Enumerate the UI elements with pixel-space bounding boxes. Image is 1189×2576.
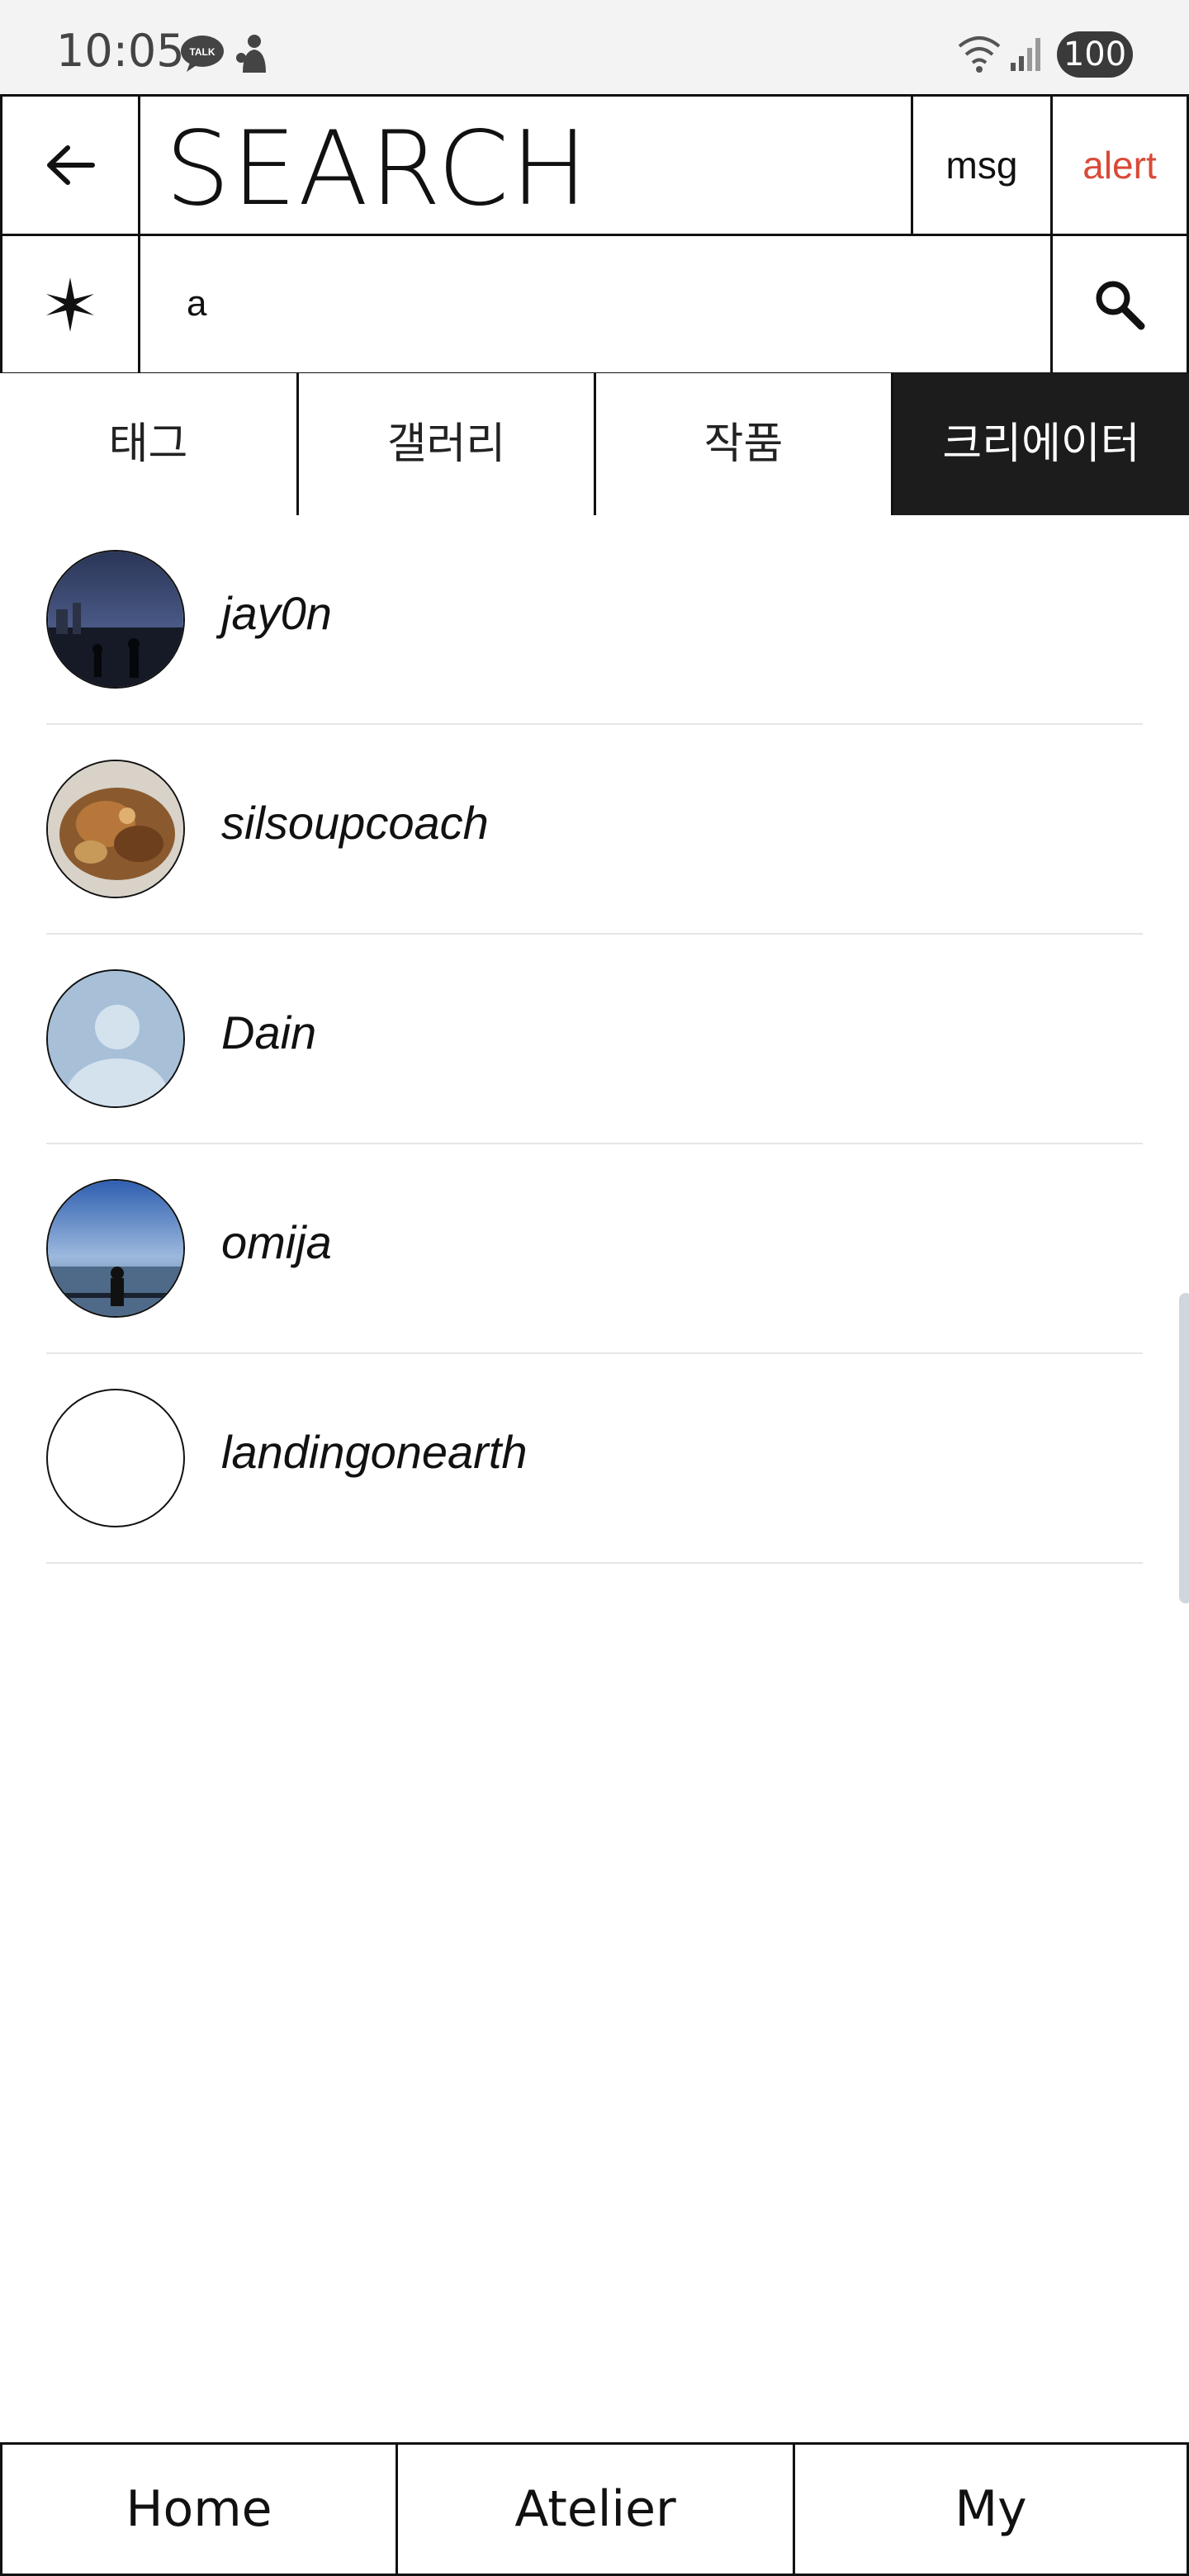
creator-name: omija — [221, 1216, 332, 1268]
filter-star-button[interactable] — [0, 234, 140, 375]
alert-label: alert — [1082, 144, 1157, 187]
list-item[interactable]: silsoupcoach — [46, 725, 1143, 935]
back-button[interactable] — [0, 94, 140, 236]
msg-label: msg — [945, 144, 1018, 187]
nav-home[interactable]: Home — [0, 2442, 398, 2576]
tab-tag[interactable]: 태그 — [0, 373, 299, 515]
person-notification-icon — [236, 35, 266, 73]
search-input[interactable] — [187, 279, 979, 329]
battery-icon: 100 — [1057, 31, 1133, 78]
status-time: 10:05 — [56, 25, 185, 77]
avatar — [46, 1179, 185, 1318]
search-icon — [1096, 281, 1145, 329]
creator-list: jay0n silsoupcoach Dain omija landingone… — [46, 515, 1143, 1564]
avatar — [46, 760, 185, 898]
list-item[interactable]: omija — [46, 1144, 1143, 1354]
nav-atelier[interactable]: Atelier — [396, 2442, 795, 2576]
scrollbar-thumb[interactable] — [1179, 1293, 1189, 1603]
bottom-nav: Home Atelier My — [0, 2442, 1189, 2576]
tab-gallery[interactable]: 갤러리 — [299, 373, 596, 515]
arrow-left-icon — [47, 145, 95, 185]
kakaotalk-icon: TALK — [181, 36, 224, 72]
page-title: SEARCH — [165, 110, 590, 229]
list-item[interactable]: Dain — [46, 935, 1143, 1144]
avatar — [46, 969, 185, 1108]
search-field-cell — [138, 234, 1053, 375]
creator-name: jay0n — [221, 587, 332, 639]
avatar — [46, 550, 185, 689]
search-button[interactable] — [1050, 234, 1189, 375]
tab-works[interactable]: 작품 — [596, 373, 893, 515]
list-item[interactable]: jay0n — [46, 515, 1143, 725]
creator-name: landingonearth — [221, 1426, 528, 1478]
status-bar: 10:05 TALK 100 — [0, 0, 1189, 94]
asterisk-star-icon — [46, 277, 94, 332]
tab-creator[interactable]: 크리에이터 — [893, 373, 1189, 515]
page-title-cell: SEARCH — [138, 94, 913, 236]
msg-button[interactable]: msg — [911, 94, 1053, 236]
creator-name: silsoupcoach — [221, 797, 489, 849]
list-item[interactable]: landingonearth — [46, 1354, 1143, 1564]
alert-button[interactable]: alert — [1050, 94, 1189, 236]
wifi-icon — [958, 36, 1001, 73]
talk-badge-text: TALK — [189, 46, 215, 58]
category-tabs: 태그 갤러리 작품 크리에이터 — [0, 373, 1189, 515]
signal-icon — [1011, 38, 1040, 71]
nav-my[interactable]: My — [793, 2442, 1189, 2576]
avatar — [46, 1389, 185, 1527]
creator-name: Dain — [221, 1006, 317, 1058]
header: SEARCH msg alert — [0, 94, 1189, 375]
